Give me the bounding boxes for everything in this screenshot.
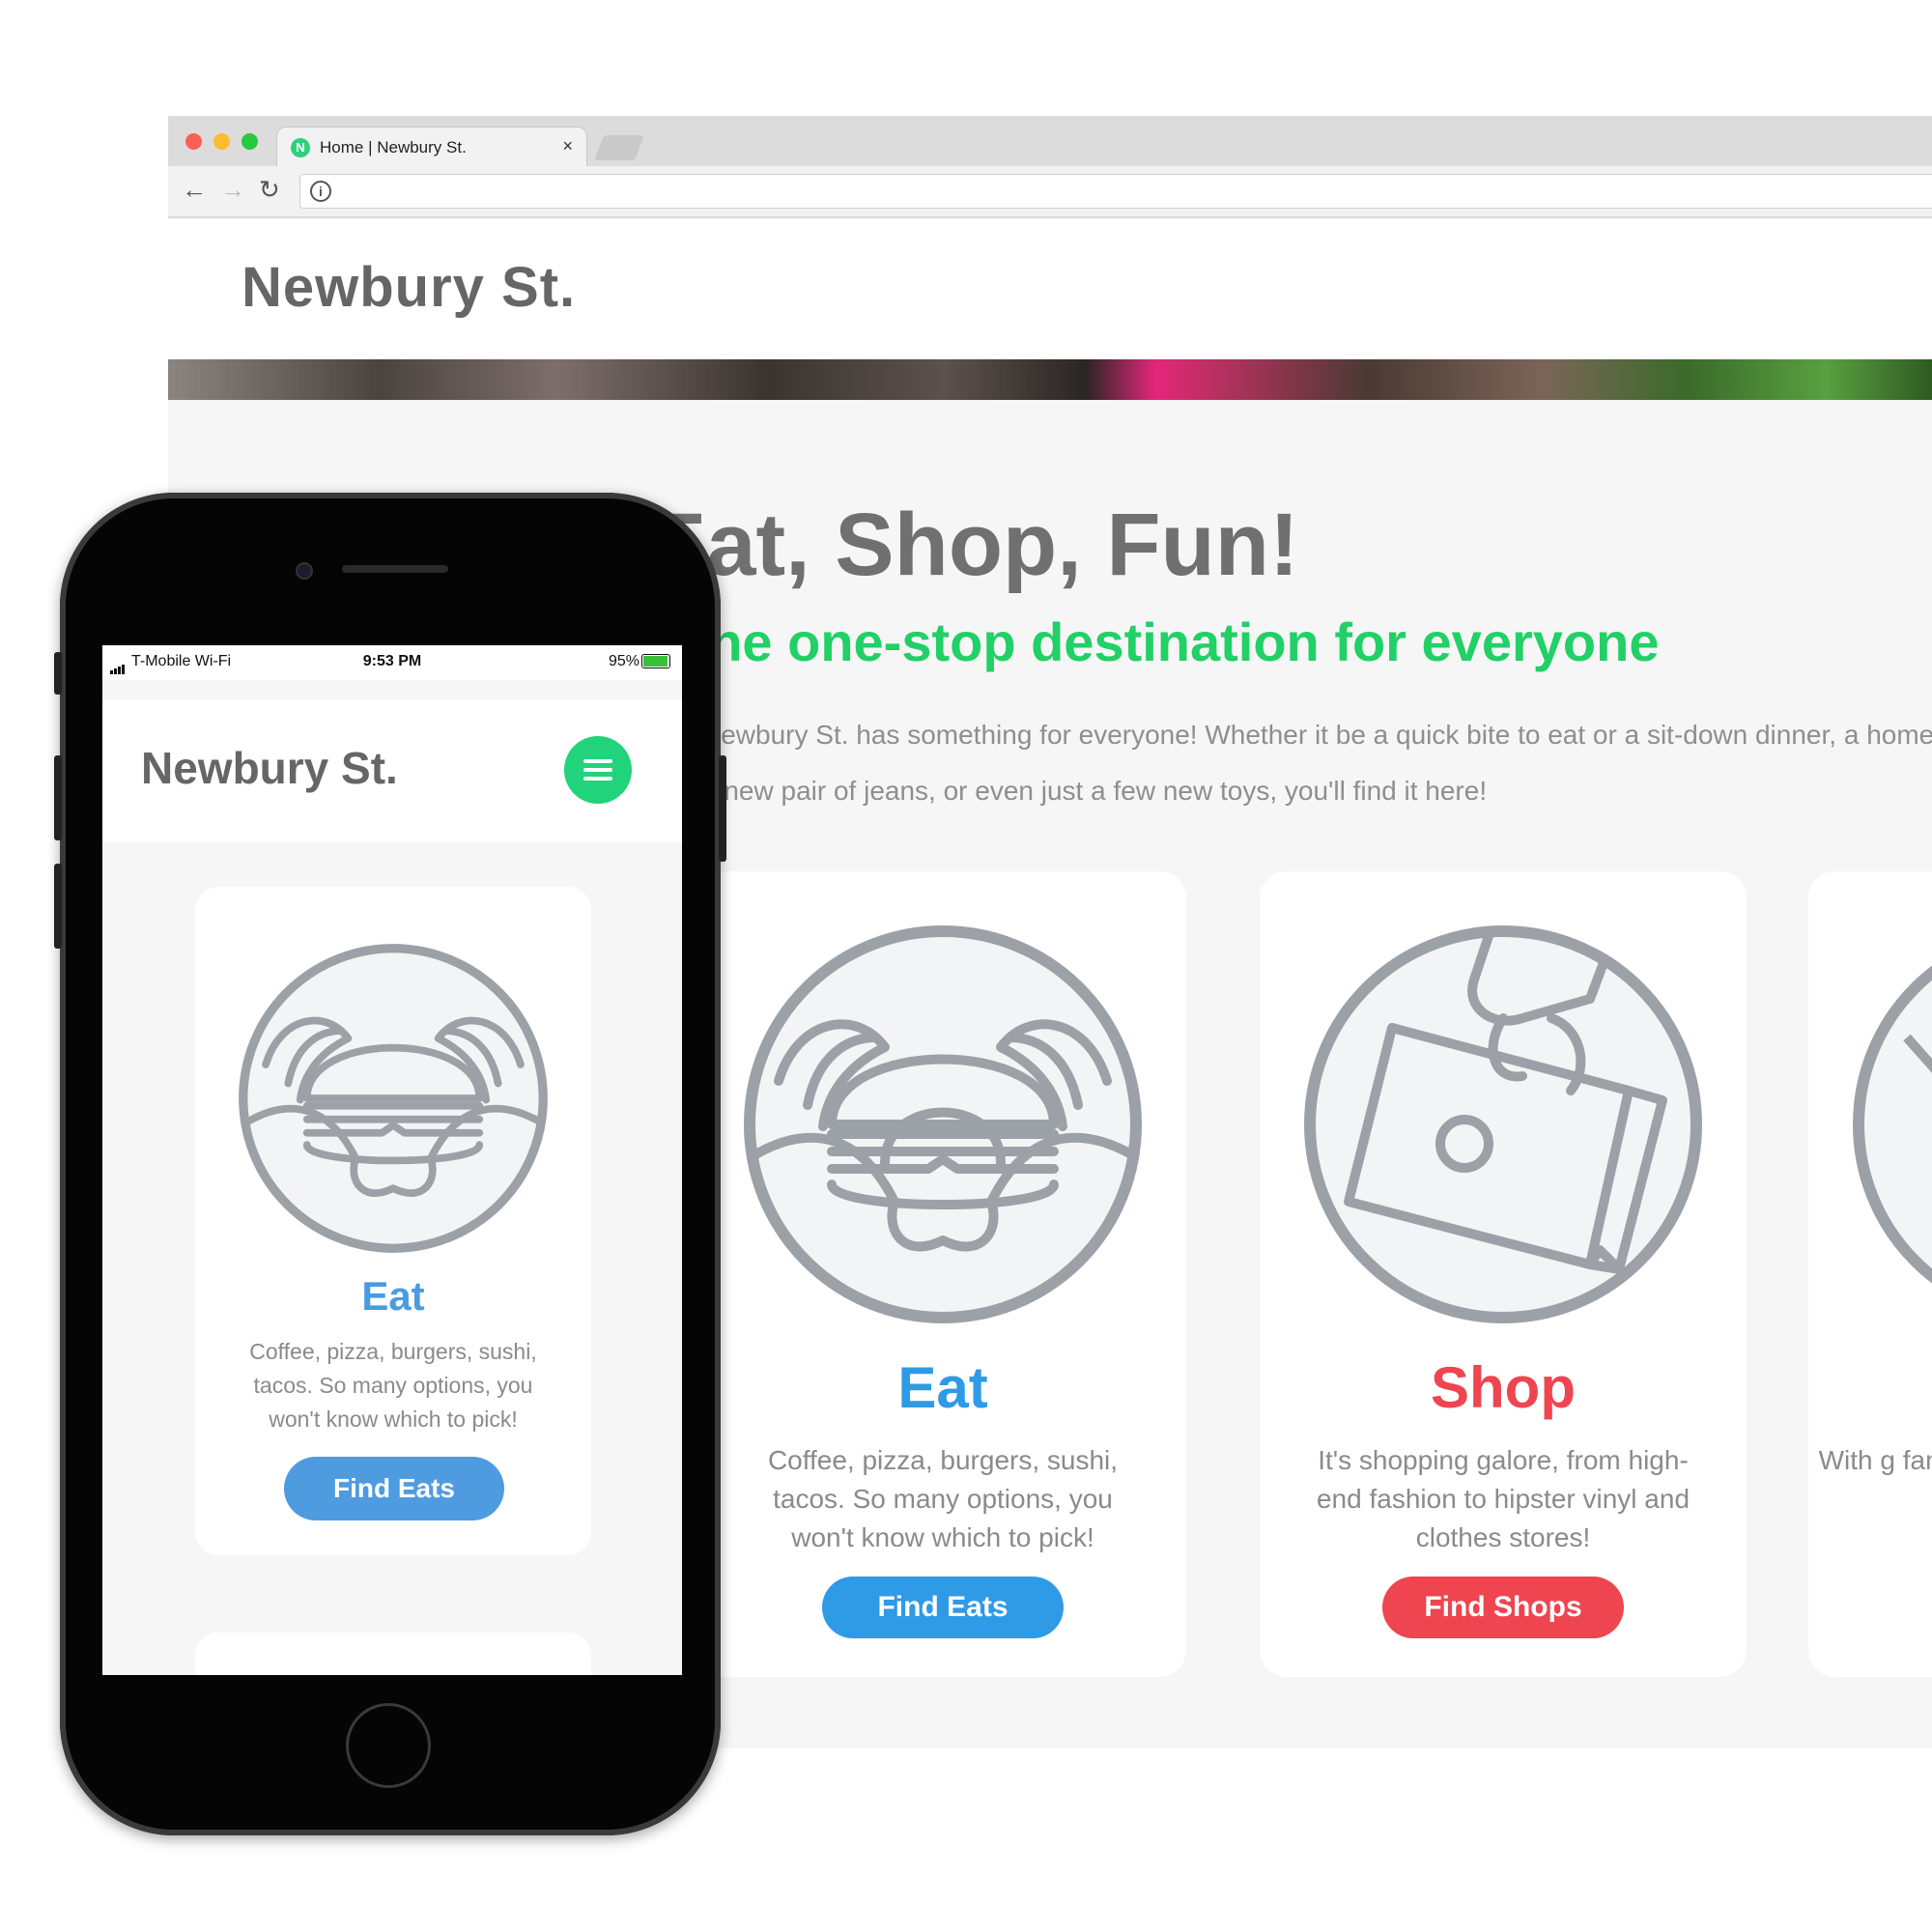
shop-card-title: Shop	[1431, 1355, 1576, 1420]
shopping-bag-icon	[1304, 925, 1702, 1323]
eat-card-description: Coffee, pizza, burgers, sushi, tacos. So…	[767, 1445, 1119, 1552]
mobile-site-header: Newbury St.	[102, 699, 682, 842]
phone-device: T-Mobile Wi-Fi 9:53 PM 95% Newbury St. E…	[54, 493, 726, 1835]
hero-photo-strip	[168, 359, 1932, 400]
front-camera	[296, 562, 313, 580]
find-eats-button[interactable]: Find Eats	[822, 1577, 1064, 1638]
fun-icon	[1853, 965, 1932, 1284]
power-button	[719, 755, 726, 862]
volume-down-button	[54, 864, 62, 949]
site-header: Newbury St.	[168, 218, 1932, 359]
browser-titlebar: N Home | Newbury St. ×	[168, 116, 1932, 168]
minimize-window-button[interactable]	[213, 133, 230, 150]
address-bar[interactable]: i	[299, 174, 1932, 209]
home-button[interactable]	[346, 1703, 431, 1788]
mobile-next-card	[195, 1633, 591, 1675]
browser-toolbar: ← → ↻ i	[168, 166, 1932, 218]
site-info-icon[interactable]: i	[310, 181, 331, 202]
status-time: 9:53 PM	[362, 653, 422, 669]
earpiece-speaker	[342, 565, 448, 573]
back-arrow-icon[interactable]: ←	[182, 175, 207, 205]
find-shops-button[interactable]: Find Shops	[1382, 1577, 1624, 1638]
hamburger-menu-button[interactable]	[564, 736, 632, 804]
hero-description: Newbury St. has something for everyone! …	[701, 720, 1932, 806]
battery-percent: 95%	[608, 653, 639, 669]
battery-icon	[641, 654, 670, 668]
browser-tab[interactable]: N Home | Newbury St. ×	[276, 127, 587, 168]
mobile-eat-card: Eat Coffee, pizza, burgers, sushi, tacos…	[195, 887, 591, 1555]
tab-close-icon[interactable]: ×	[562, 136, 573, 156]
mobile-eat-card-description: Coffee, pizza, burgers, sushi, tacos. So…	[249, 1339, 537, 1432]
mobile-eat-card-title: Eat	[361, 1273, 425, 1319]
shop-card: Shop It's shopping galore, from high-end…	[1260, 871, 1747, 1677]
site-favicon-icon: N	[291, 138, 310, 157]
status-bar: T-Mobile Wi-Fi 9:53 PM 95%	[102, 645, 682, 680]
mobile-site-logo[interactable]: Newbury St.	[141, 742, 398, 794]
burger-hands-icon	[744, 925, 1142, 1323]
close-window-button[interactable]	[185, 133, 202, 150]
mobile-find-eats-button[interactable]: Find Eats	[284, 1457, 504, 1520]
new-tab-button[interactable]	[594, 135, 644, 160]
hero-subtitle: The one-stop destination for everyone	[676, 611, 1660, 672]
site-logo[interactable]: Newbury St.	[242, 255, 576, 320]
fun-card: With g famo	[1808, 871, 1932, 1677]
eat-card-title: Eat	[897, 1355, 988, 1420]
volume-up-button	[54, 755, 62, 840]
reload-icon[interactable]: ↻	[259, 175, 280, 205]
mute-switch	[54, 652, 62, 695]
maximize-window-button[interactable]	[242, 133, 258, 150]
forward-arrow-icon[interactable]: →	[220, 175, 245, 205]
phone-screen: T-Mobile Wi-Fi 9:53 PM 95% Newbury St. E…	[102, 645, 682, 1675]
burger-hands-icon	[239, 944, 548, 1253]
hero-title: Eat, Shop, Fun!	[647, 496, 1299, 594]
eat-card: Eat Coffee, pizza, burgers, sushi, tacos…	[699, 871, 1186, 1677]
shop-card-description: It's shopping galore, from high-end fash…	[1316, 1445, 1690, 1552]
tab-title: Home | Newbury St.	[320, 138, 467, 156]
fun-card-description: With g famo	[1818, 1445, 1932, 1475]
